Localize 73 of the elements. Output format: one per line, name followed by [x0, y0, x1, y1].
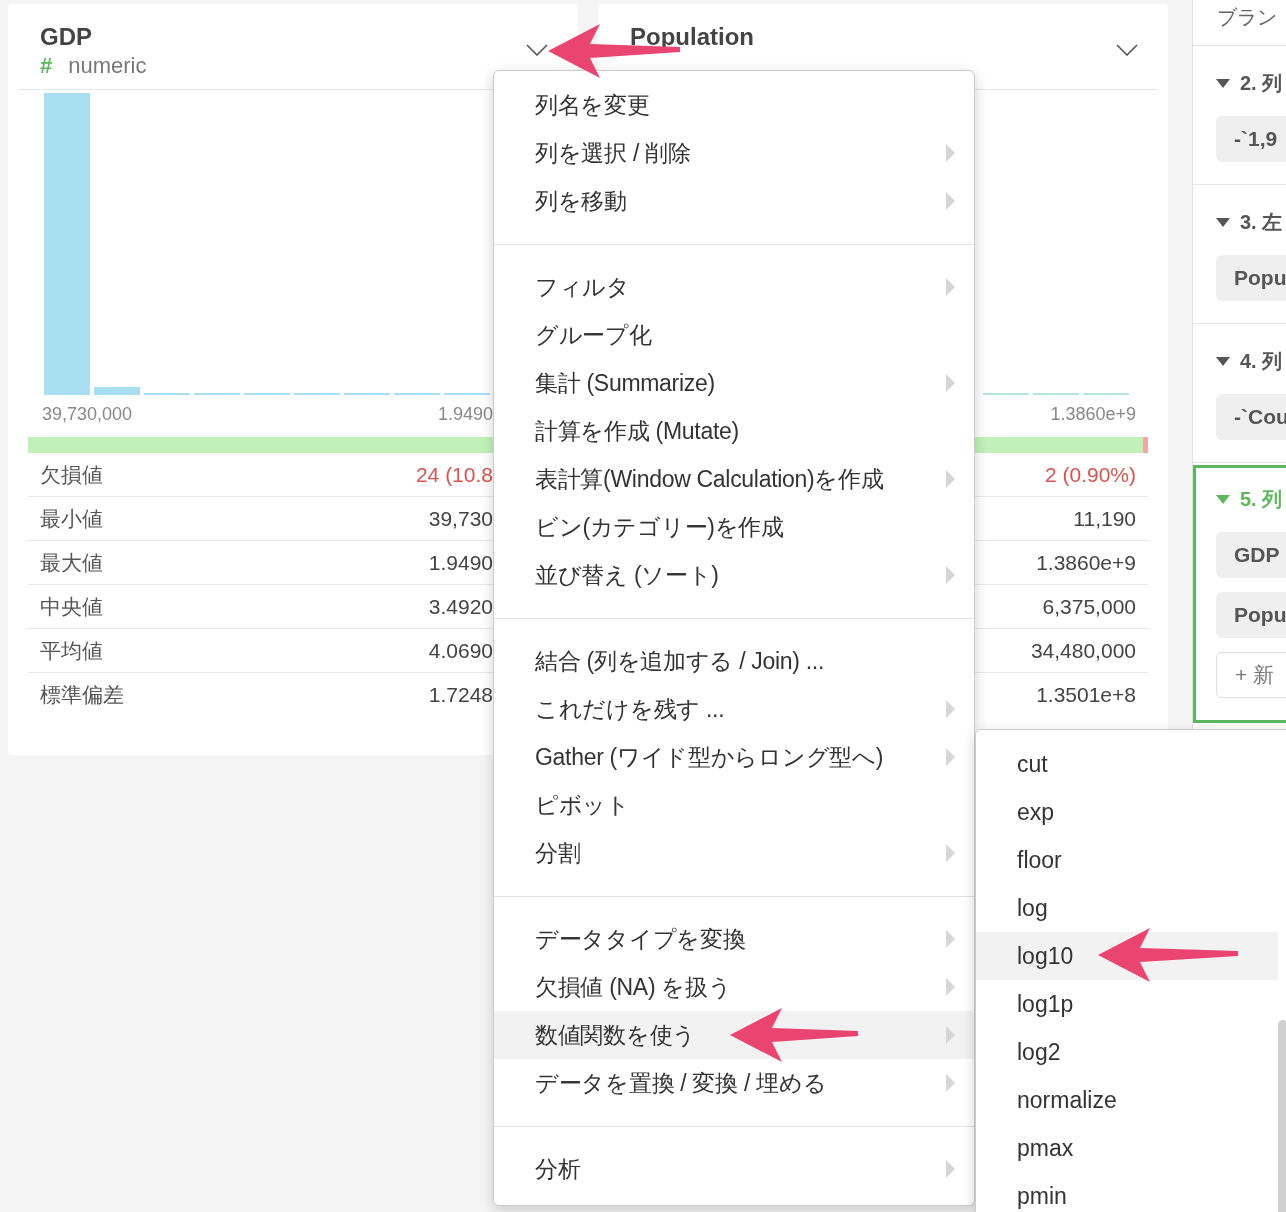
histogram-bar [94, 387, 140, 395]
menu-item[interactable]: 分割 [494, 829, 974, 877]
chevron-down-icon[interactable] [526, 44, 548, 56]
step-chip[interactable]: -`1,9 [1216, 116, 1286, 162]
stat-value: 3.4920 [428, 593, 493, 620]
stat-value: 11,190 [1073, 505, 1136, 532]
step-chip[interactable]: GDP [1216, 532, 1286, 578]
triangle-down-icon[interactable] [1216, 217, 1230, 227]
menu-item[interactable]: 欠損値 (NA) を扱う [494, 963, 974, 1011]
menu-item[interactable]: 列を移動 [494, 177, 974, 225]
step-title: 4. 列 [1240, 349, 1283, 374]
menu-item[interactable]: データタイプを変換 [494, 915, 974, 963]
menu-item[interactable]: 表計算(Window Calculation)を作成 [494, 455, 974, 503]
menu-item[interactable]: ピボット [494, 781, 974, 829]
stat-value: 4.0690 [428, 637, 493, 664]
triangle-down-icon[interactable] [1216, 78, 1230, 88]
submenu-item[interactable]: exp [976, 788, 1278, 836]
column-title: GDP [40, 22, 93, 52]
menu-item[interactable]: 結合 (列を追加する / Join) ... [494, 637, 974, 685]
menu-item[interactable]: 列名を変更 [494, 81, 974, 129]
submenu-item[interactable]: cut [976, 740, 1278, 788]
submenu-item[interactable]: log1p [976, 980, 1278, 1028]
submenu-item[interactable]: floor [976, 836, 1278, 884]
stat-value: 6,375,000 [1042, 593, 1136, 620]
stat-value: 1.3501e+8 [1036, 682, 1136, 709]
submenu-item[interactable]: pmin [976, 1172, 1278, 1212]
submenu-item[interactable]: normalize [976, 1076, 1278, 1124]
stat-value: 39,730 [428, 505, 493, 532]
stat-value: 34,480,000 [1030, 637, 1136, 664]
step-title: 5. 列 [1240, 487, 1283, 512]
stat-label: 平均値 [40, 637, 103, 664]
stat-label: 最大値 [40, 549, 103, 576]
axis-max-label: 1.9490 [437, 403, 493, 426]
triangle-down-icon[interactable] [1216, 356, 1230, 366]
axis-max-label: 1.3860e+9 [1050, 403, 1136, 426]
submenu-item[interactable]: log [976, 884, 1278, 932]
stat-value: 1.9490 [428, 549, 493, 576]
axis-min-label: 39,730,000 [42, 403, 133, 426]
step-card[interactable]: 5. 列 GDP Popu + 新 [1193, 465, 1286, 723]
chevron-down-icon[interactable] [1116, 44, 1138, 56]
menu-item[interactable]: これだけを残す ... [494, 685, 974, 733]
step-chip[interactable]: Popu [1216, 255, 1286, 301]
menu-item[interactable]: Gather (ワイド型からロング型へ) [494, 733, 974, 781]
panel-heading: ブラン [1217, 6, 1277, 28]
step-title: 2. 列 [1240, 71, 1283, 96]
stat-label: 最小値 [40, 505, 103, 532]
hash-icon: # [40, 52, 53, 80]
menu-item[interactable]: 集計 (Summarize) [494, 359, 974, 407]
add-step-button[interactable]: + 新 [1216, 652, 1286, 698]
stat-value: 24 (10.8 [415, 461, 493, 488]
stat-value: 1.7248 [428, 682, 493, 709]
menu-item[interactable]: 列を選択 / 削除 [494, 129, 974, 177]
stat-label: 中央値 [40, 593, 103, 620]
menu-item[interactable]: 並び替え (ソート) [494, 551, 974, 599]
menu-item[interactable]: 分析 [494, 1145, 974, 1193]
menu-item[interactable]: ビン(カテゴリー)を作成 [494, 503, 974, 551]
step-card[interactable]: 3. 左 Popu [1193, 185, 1286, 324]
stat-label: 欠損値 [40, 461, 103, 488]
column-type: numeric [68, 52, 147, 80]
menu-item[interactable]: フィルタ [494, 263, 974, 311]
submenu-item[interactable]: log2 [976, 1028, 1278, 1076]
stat-label: 標準偏差 [40, 682, 124, 709]
menu-item[interactable]: 計算を作成 (Mutate) [494, 407, 974, 455]
step-chip[interactable]: Popu [1216, 592, 1286, 638]
menu-item[interactable]: データを置換 / 変換 / 埋める [494, 1059, 974, 1107]
menu-item[interactable]: 数値関数を使う [494, 1011, 974, 1059]
column-title: Population [630, 22, 754, 52]
stat-value: 2 (0.90%) [1044, 461, 1136, 488]
step-card[interactable]: 2. 列 -`1,9 [1193, 46, 1286, 185]
menu-item[interactable]: グループ化 [494, 311, 974, 359]
stat-value: 1.3860e+9 [1036, 549, 1136, 576]
submenu-item[interactable]: pmax [976, 1124, 1278, 1172]
step-title: 3. 左 [1240, 210, 1283, 235]
